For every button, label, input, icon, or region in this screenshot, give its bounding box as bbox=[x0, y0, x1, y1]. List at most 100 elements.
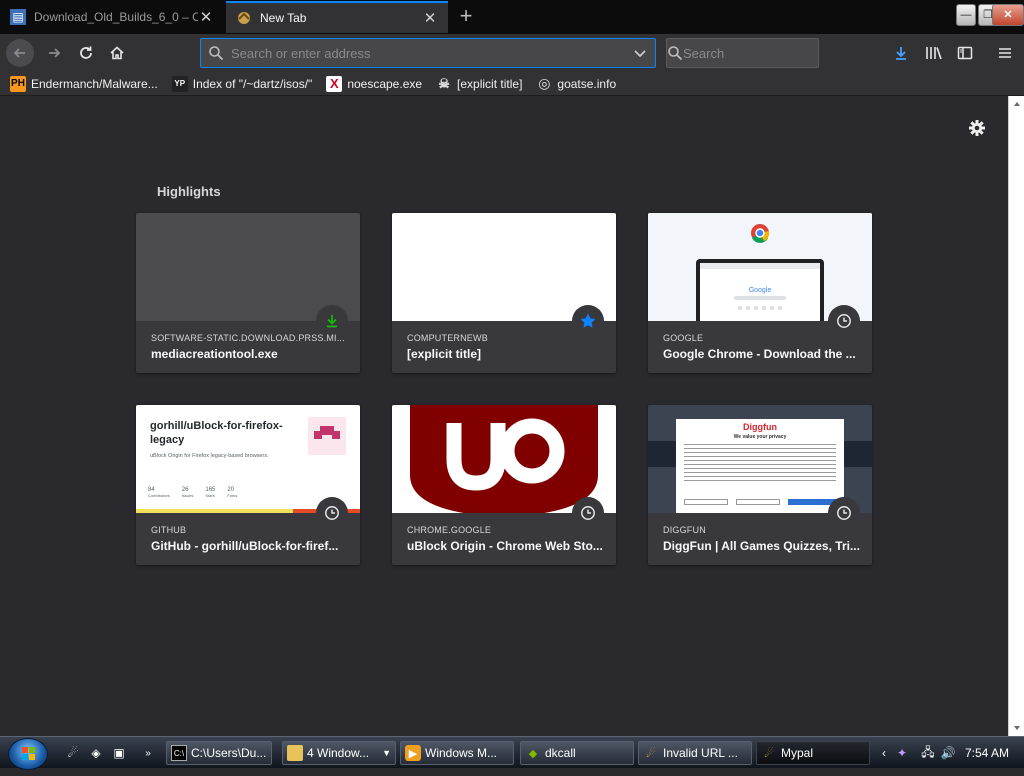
highlight-card[interactable]: gorhill/uBlock-for-firefox-legacy uBlock… bbox=[136, 405, 360, 565]
chevron-right-icon[interactable]: » bbox=[140, 745, 156, 761]
taskbar-item[interactable]: ☄ Invalid URL ... bbox=[638, 741, 752, 765]
home-button[interactable] bbox=[103, 39, 131, 67]
repo-stat: 20 Forks bbox=[227, 487, 237, 499]
taskbar-item[interactable]: C:\ C:\Users\Du... bbox=[166, 741, 272, 765]
consent-option-button bbox=[684, 499, 728, 505]
tab-title: Download_Old_Builds_6_0 – Ol bbox=[34, 10, 198, 24]
bookmark-label: noescape.exe bbox=[347, 76, 423, 91]
home-icon bbox=[110, 46, 124, 60]
firefox-icon: ☄ bbox=[646, 747, 656, 760]
bookmarks-toolbar: PH Endermanch/Malware... YP Index of "/~… bbox=[0, 72, 1024, 96]
taskbar-item[interactable]: ◆ dkcall bbox=[520, 741, 634, 765]
firefox-quicklaunch-icon[interactable]: ☄ bbox=[65, 745, 81, 761]
forward-button[interactable] bbox=[40, 39, 68, 67]
card-title: mediacreationtool.exe bbox=[151, 347, 278, 361]
stat-label: Forks bbox=[227, 493, 238, 498]
system-clock[interactable]: 7:54 AM bbox=[965, 746, 1009, 760]
tray-app-icon[interactable]: ✦ bbox=[894, 745, 910, 761]
highlight-card[interactable]: CHROME.GOOGLE uBlock Origin - Chrome Web… bbox=[392, 405, 616, 565]
address-bar[interactable] bbox=[200, 38, 656, 68]
bookmark-item[interactable]: X noescape.exe bbox=[326, 75, 423, 92]
search-input[interactable] bbox=[683, 45, 859, 61]
bookmark-label: Endermanch/Malware... bbox=[31, 76, 158, 91]
card-host: GITHUB bbox=[151, 525, 187, 535]
highlights-heading: Highlights bbox=[157, 184, 221, 199]
bookmark-item[interactable]: PH Endermanch/Malware... bbox=[10, 75, 158, 92]
skull-icon: ☠ bbox=[438, 75, 450, 91]
globe-icon: ◎ bbox=[538, 75, 551, 91]
consent-dialog-preview: Diggfun We value your privacy bbox=[676, 419, 844, 513]
new-tab-button[interactable]: + bbox=[452, 4, 480, 30]
highlight-card[interactable]: Diggfun We value your privacy DIGGFUN Di… bbox=[648, 405, 872, 565]
address-input[interactable] bbox=[231, 45, 625, 61]
taskbar-item-label: Windows M... bbox=[425, 746, 498, 760]
card-host: DIGGFUN bbox=[663, 525, 706, 535]
desktop-quicklaunch-icon[interactable]: ▣ bbox=[111, 745, 127, 761]
card-title: uBlock Origin - Chrome Web Sto... bbox=[407, 539, 603, 553]
minimize-button[interactable]: — bbox=[956, 4, 976, 26]
search-icon bbox=[201, 45, 231, 61]
tab-download-old-builds[interactable]: ▤ Download_Old_Builds_6_0 – Ol ✕ bbox=[0, 1, 224, 33]
thumb-repo-stats: 84 Contributors 26 Issues 165 Stars 20 Forks bbox=[148, 487, 237, 499]
chevron-down-icon[interactable] bbox=[625, 46, 655, 60]
back-button[interactable] bbox=[6, 39, 34, 67]
tab-strip: ▤ Download_Old_Builds_6_0 – Ol ✕ New Tab… bbox=[0, 0, 1024, 34]
gear-icon[interactable] bbox=[965, 116, 989, 140]
sidebar-button[interactable] bbox=[951, 39, 979, 67]
reload-button[interactable] bbox=[72, 39, 100, 67]
tab-new-tab[interactable]: New Tab ✕ bbox=[226, 1, 448, 33]
bookmark-item[interactable]: YP Index of "/~dartz/isos/" bbox=[171, 75, 312, 92]
page-icon: ▤ bbox=[10, 9, 26, 25]
search-bar[interactable] bbox=[666, 38, 859, 68]
card-title: Google Chrome - Download the ... bbox=[663, 347, 856, 361]
highlight-card[interactable]: Google GOOGLE Google Chrome - Download t… bbox=[648, 213, 872, 373]
consent-text-lines bbox=[684, 444, 836, 484]
yp-icon: YP bbox=[171, 75, 188, 92]
start-button[interactable] bbox=[8, 738, 48, 770]
bookmark-label: [explicit title] bbox=[457, 76, 523, 91]
taskbar-item-label: dkcall bbox=[545, 746, 576, 760]
highlight-card[interactable]: COMPUTERNEWB [explicit title] bbox=[392, 213, 616, 373]
search-icon bbox=[667, 45, 683, 61]
vertical-scrollbar[interactable] bbox=[1008, 96, 1024, 736]
downloads-button[interactable] bbox=[887, 39, 915, 67]
folder-icon bbox=[287, 745, 303, 761]
card-host: GOOGLE bbox=[663, 333, 704, 343]
forward-arrow-icon bbox=[49, 48, 61, 58]
volume-icon[interactable]: 🔊 bbox=[940, 745, 956, 761]
os-taskbar: ☄ ◈ ▣ » C:\ C:\Users\Du... 4 Window... ▼… bbox=[0, 736, 1024, 770]
taskbar-item[interactable]: ▶ Windows M... bbox=[400, 741, 514, 765]
taskbar-item-label: 4 Window... bbox=[307, 746, 370, 760]
media-player-icon: ▶ bbox=[405, 745, 421, 761]
sidebar-icon bbox=[957, 46, 973, 60]
svg-text:Google: Google bbox=[749, 287, 772, 294]
stat-label: Issues bbox=[181, 493, 194, 498]
bookmark-item[interactable]: ☠ [explicit title] bbox=[436, 76, 522, 92]
library-button[interactable] bbox=[920, 39, 948, 67]
chevron-left-icon[interactable]: ‹ bbox=[876, 745, 892, 761]
chevron-down-icon: ▼ bbox=[382, 748, 391, 758]
bookmark-label: goatse.info bbox=[557, 76, 617, 91]
repo-avatar bbox=[308, 417, 346, 455]
taskbar-item-label: Invalid URL ... bbox=[663, 746, 738, 760]
thumb-repo-desc: uBlock Origin for Firefox legacy-based b… bbox=[150, 453, 269, 459]
menu-button[interactable] bbox=[991, 39, 1019, 67]
tab-title: New Tab bbox=[260, 11, 307, 25]
new-tab-page: Highlights SOFTWARE-STATIC.DOWNLOAD.PRSS… bbox=[0, 96, 1008, 736]
card-host: COMPUTERNEWB bbox=[407, 333, 488, 343]
taskbar-item[interactable]: 4 Window... ▼ bbox=[282, 741, 396, 765]
close-tab-icon[interactable]: ✕ bbox=[422, 9, 438, 27]
highlight-card[interactable]: SOFTWARE-STATIC.DOWNLOAD.PRSS.MI... medi… bbox=[136, 213, 360, 373]
ie-quicklaunch-icon[interactable]: ◈ bbox=[88, 745, 104, 761]
bookmark-item[interactable]: ◎ goatse.info bbox=[536, 75, 617, 92]
close-window-button[interactable]: ✕ bbox=[992, 4, 1024, 26]
close-tab-icon[interactable]: ✕ bbox=[198, 8, 214, 26]
firefox-icon: ☄ bbox=[764, 747, 774, 760]
firefox-icon bbox=[236, 10, 252, 26]
taskbar-item[interactable]: ☄ Mypal bbox=[756, 741, 870, 765]
repo-stat: 26 Issues bbox=[182, 487, 194, 499]
library-icon bbox=[926, 47, 942, 60]
back-arrow-icon bbox=[13, 48, 25, 58]
network-icon[interactable]: 🖧 bbox=[920, 745, 936, 761]
reload-icon bbox=[80, 46, 92, 59]
